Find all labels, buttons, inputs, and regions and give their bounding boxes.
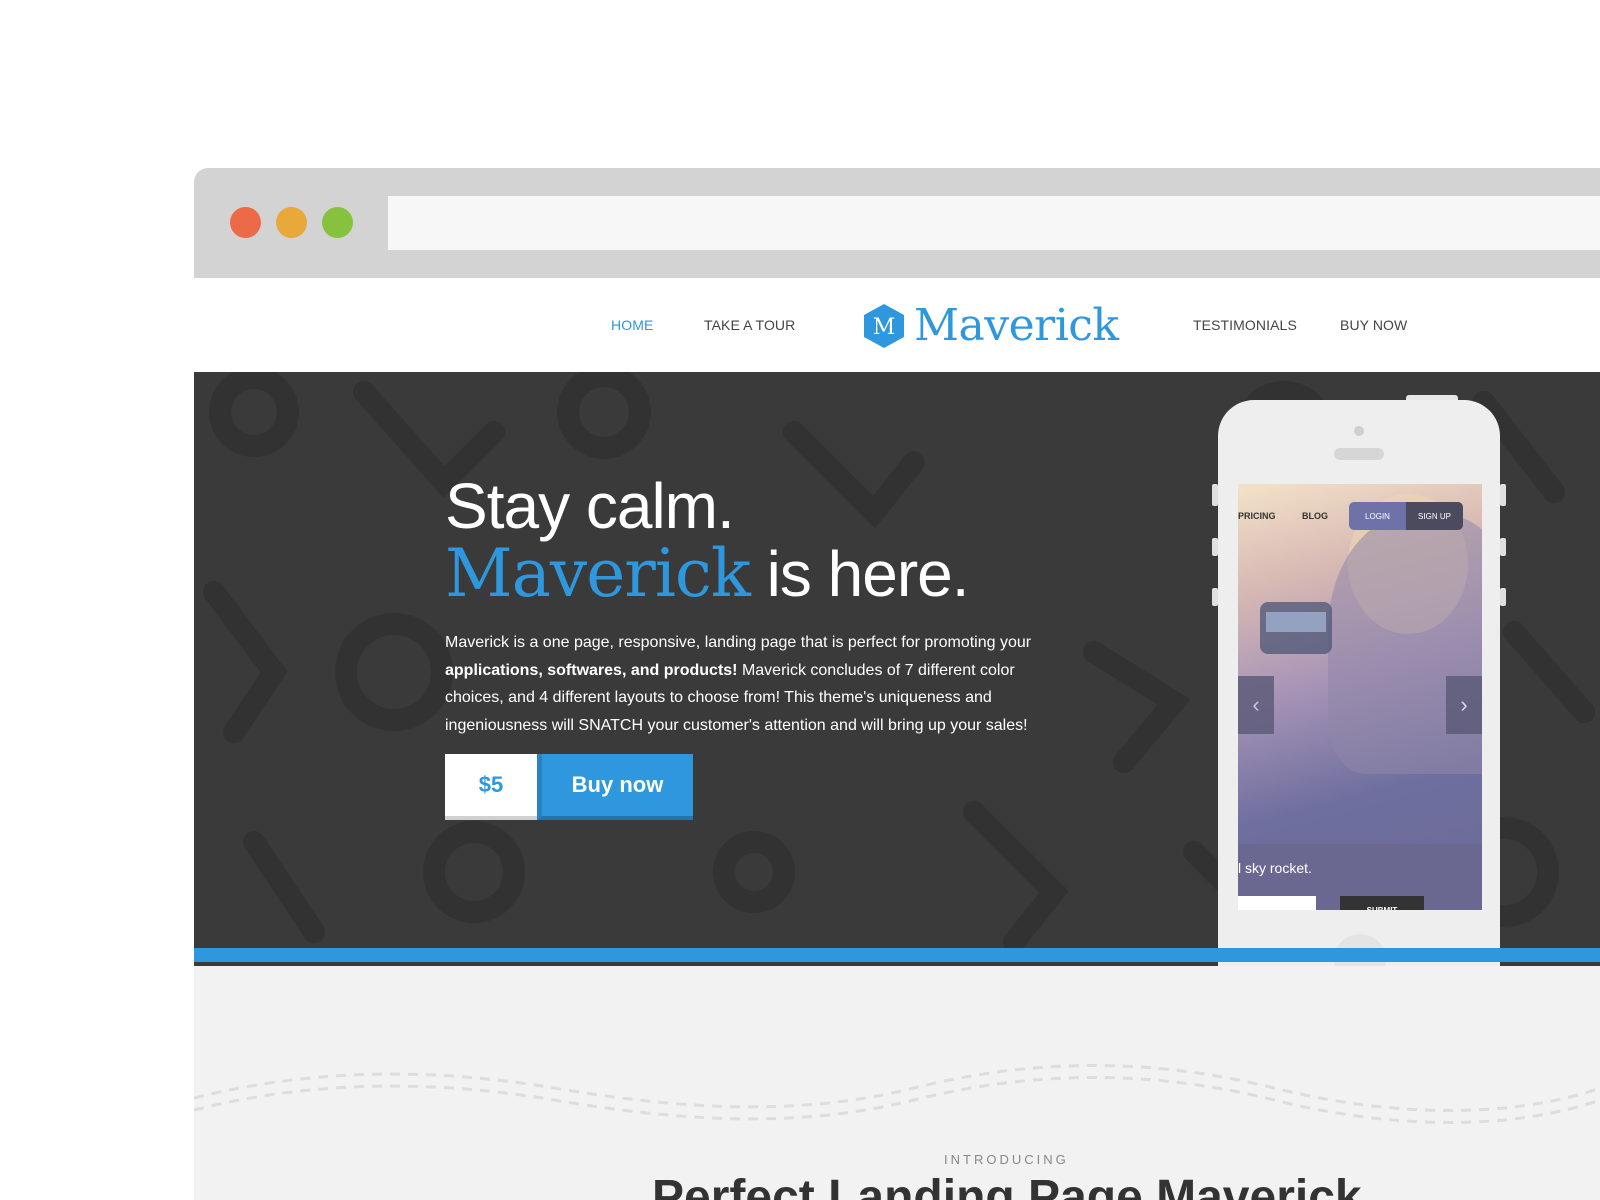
headline-line-2: Maverick is here. <box>445 538 970 610</box>
logo-text: Maverick <box>914 300 1119 351</box>
section-title: Perfect Landing Page Maverick <box>652 1171 1362 1200</box>
phone-mute-switch <box>1212 484 1218 506</box>
nav-buy-now-link[interactable]: BUY NOW <box>1340 317 1407 333</box>
headline-rest: is here. <box>749 538 970 610</box>
screen-photo-camera-lens <box>1266 612 1326 632</box>
phone-side-button-2 <box>1500 538 1506 556</box>
buy-now-button[interactable]: Buy now <box>537 754 693 820</box>
hero-description: Maverick is a one page, responsive, land… <box>445 629 1075 739</box>
logo-hexagon-icon: M <box>862 302 906 350</box>
decorative-dashed-wave <box>194 1064 1600 1124</box>
section-eyebrow: INTRODUCING <box>944 1152 1069 1167</box>
nav-testimonials-link[interactable]: TESTIMONIALS <box>1193 317 1297 333</box>
hero-section: Stay calm. Maverick is here. Maverick is… <box>194 372 1600 966</box>
address-bar[interactable] <box>388 196 1600 250</box>
mobile-nav-blog[interactable]: BLOG <box>1302 511 1328 521</box>
browser-chrome <box>194 168 1600 278</box>
desc-text-1: Maverick is a one page, responsive, land… <box>445 634 1032 651</box>
minimize-window-button[interactable] <box>276 207 307 238</box>
desc-bold: applications, softwares, and products! <box>445 661 738 679</box>
mobile-nav-pricing[interactable]: PRICING <box>1238 511 1276 521</box>
nav-home-link[interactable]: HOME <box>611 317 653 333</box>
phone-side-button-3 <box>1500 588 1506 606</box>
slider-prev-icon[interactable]: ‹ <box>1238 676 1274 734</box>
mobile-login-button[interactable]: LOGIN <box>1349 502 1406 530</box>
screen-photo-figure <box>1328 514 1482 774</box>
site-logo[interactable]: M Maverick <box>862 300 1119 352</box>
mobile-email-input[interactable] <box>1238 896 1316 910</box>
headline-line-1: Stay calm. <box>445 470 735 542</box>
hero-headline: Stay calm. Maverick is here. <box>445 470 970 610</box>
phone-camera <box>1354 426 1364 436</box>
phone-side-button-1 <box>1500 484 1506 506</box>
maximize-window-button[interactable] <box>322 207 353 238</box>
phone-volume-down <box>1212 588 1218 606</box>
browser-window: HOME TAKE A TOUR M Maverick TESTIMONIALS… <box>194 168 1600 1200</box>
mobile-signup-button[interactable]: SIGN UP <box>1406 502 1463 530</box>
buy-cta-group: $5 Buy now <box>445 754 693 820</box>
phone-speaker <box>1334 448 1384 460</box>
hero-accent-stripe <box>194 948 1600 962</box>
phone-screen: PRICING BLOG LOGIN SIGN UP ‹ › l sky roc… <box>1238 484 1482 910</box>
close-window-button[interactable] <box>230 207 261 238</box>
slider-next-icon[interactable]: › <box>1446 676 1482 734</box>
mobile-caption: l sky rocket. <box>1238 860 1312 876</box>
logo-letter: M <box>873 315 896 340</box>
phone-volume-up <box>1212 538 1218 556</box>
headline-brand: Maverick <box>445 535 751 612</box>
mobile-submit-button[interactable]: SUBMIT <box>1340 896 1424 910</box>
nav-tour-link[interactable]: TAKE A TOUR <box>704 317 795 333</box>
site-navbar: HOME TAKE A TOUR M Maverick TESTIMONIALS… <box>194 278 1600 372</box>
price-tag: $5 <box>445 754 537 820</box>
phone-mockup: PRICING BLOG LOGIN SIGN UP ‹ › l sky roc… <box>1212 400 1506 966</box>
